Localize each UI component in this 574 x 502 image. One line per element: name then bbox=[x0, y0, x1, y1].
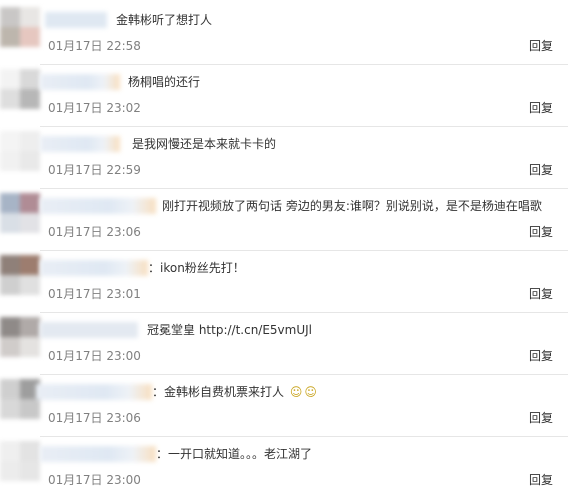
username[interactable] bbox=[40, 198, 156, 214]
reply-button[interactable]: 回复 bbox=[529, 38, 553, 54]
emoji-icon: ☺ bbox=[304, 385, 317, 399]
reply-button[interactable]: 回复 bbox=[529, 410, 553, 426]
comment-time: 01月17日 22:59 bbox=[48, 163, 141, 177]
comment-text-content: ：金韩彬自费机票来打人 bbox=[152, 385, 285, 399]
avatar[interactable] bbox=[0, 379, 40, 419]
comment-time: 01月17日 22:58 bbox=[48, 39, 141, 53]
emoji-icon: ☺ bbox=[289, 385, 303, 399]
comment-time: 01月17日 23:00 bbox=[48, 349, 141, 363]
comment-time: 01月17日 23:02 bbox=[48, 101, 141, 115]
comment-item: ：一开口就知道。。。老江湖了 01月17日 23:00 回复 bbox=[0, 437, 574, 499]
comment-text: ：一开口就知道。。。老江湖了 bbox=[156, 447, 313, 461]
comment-time: 01月17日 23:06 bbox=[48, 411, 141, 425]
comment-text: 冠冕堂皇 http://t.cn/E5vmUJl bbox=[147, 323, 313, 337]
username[interactable] bbox=[40, 322, 138, 338]
comment-text: 刚打开视频放了两句话 旁边的男友:谁啊？别说别说，是不是杨迪在唱歌 bbox=[162, 199, 542, 213]
username[interactable] bbox=[40, 74, 120, 90]
comment-text: 金韩彬听了想打人 bbox=[116, 13, 213, 27]
reply-button[interactable]: 回复 bbox=[529, 162, 553, 178]
avatar[interactable] bbox=[0, 441, 40, 481]
username[interactable] bbox=[45, 12, 107, 28]
reply-button[interactable]: 回复 bbox=[529, 348, 553, 364]
reply-button[interactable]: 回复 bbox=[529, 472, 553, 488]
comment-text: ：金韩彬自费机票来打人 ☺ ☺ bbox=[152, 384, 317, 400]
reply-button[interactable]: 回复 bbox=[529, 100, 553, 116]
avatar[interactable] bbox=[0, 131, 40, 171]
comment-list: 金韩彬听了想打人 01月17日 22:58 回复 杨桐唱的还行 01月17日 2… bbox=[0, 0, 574, 502]
comment-item: 刚打开视频放了两句话 旁边的男友:谁啊？别说别说，是不是杨迪在唱歌 01月17日… bbox=[0, 189, 574, 251]
username[interactable] bbox=[40, 260, 148, 276]
comment-text: 杨桐唱的还行 bbox=[128, 75, 201, 89]
avatar[interactable] bbox=[0, 317, 40, 357]
username[interactable] bbox=[36, 384, 152, 400]
username[interactable] bbox=[40, 136, 120, 152]
reply-button[interactable]: 回复 bbox=[529, 286, 553, 302]
comment-item: 是我网慢还是本来就卡卡的 01月17日 22:59 回复 bbox=[0, 127, 574, 189]
comment-text: 是我网慢还是本来就卡卡的 bbox=[132, 137, 277, 151]
avatar[interactable] bbox=[0, 255, 40, 295]
comment-item: ：金韩彬自费机票来打人 ☺ ☺ 01月17日 23:06 回复 bbox=[0, 375, 574, 437]
comment-item: 冠冕堂皇 http://t.cn/E5vmUJl 01月17日 23:00 回复 bbox=[0, 313, 574, 375]
comment-text: ：ikon粉丝先打！ bbox=[148, 261, 245, 275]
comment-item: 金韩彬听了想打人 01月17日 22:58 回复 bbox=[0, 3, 574, 65]
avatar[interactable] bbox=[0, 193, 40, 233]
avatar[interactable] bbox=[0, 7, 40, 47]
comment-time: 01月17日 23:06 bbox=[48, 225, 141, 239]
reply-button[interactable]: 回复 bbox=[529, 224, 553, 240]
comment-time: 01月17日 23:01 bbox=[48, 287, 141, 301]
comment-time: 01月17日 23:00 bbox=[48, 473, 141, 487]
comment-item: 杨桐唱的还行 01月17日 23:02 回复 bbox=[0, 65, 574, 127]
username[interactable] bbox=[40, 446, 156, 462]
comment-item: ：ikon粉丝先打！ 01月17日 23:01 回复 bbox=[0, 251, 574, 313]
avatar[interactable] bbox=[0, 69, 40, 109]
